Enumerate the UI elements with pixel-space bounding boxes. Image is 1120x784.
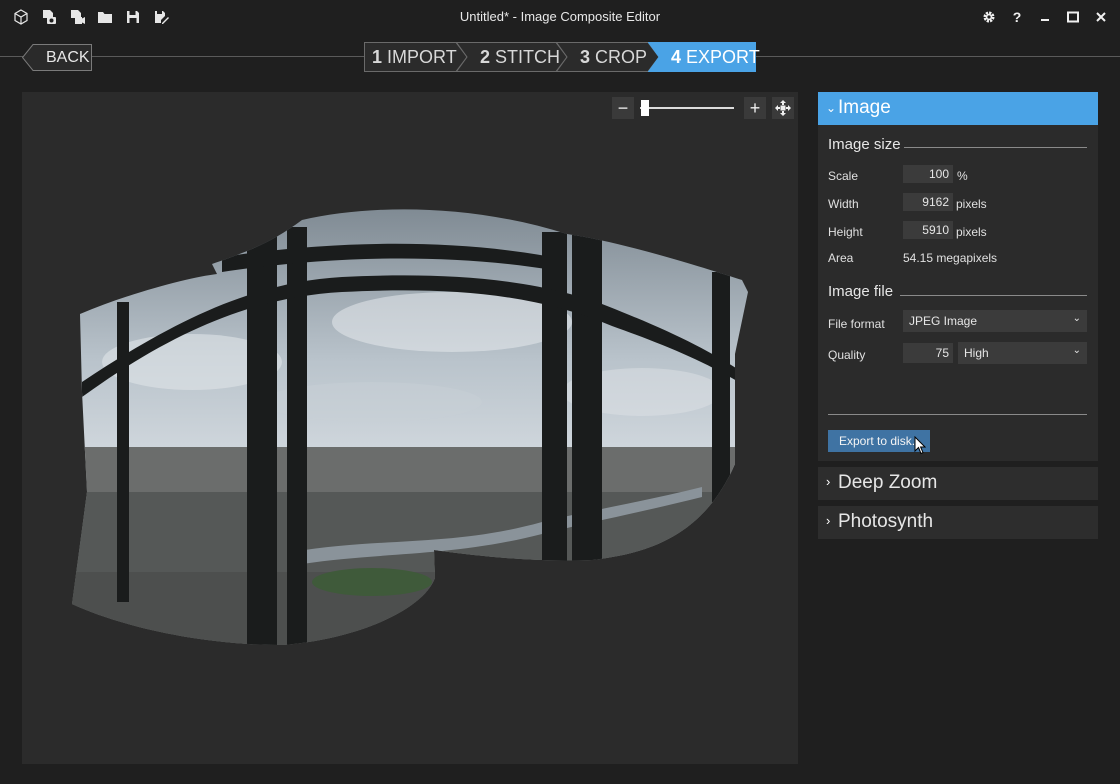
- chevron-down-icon: ⌄: [1072, 345, 1081, 356]
- preview-canvas[interactable]: − +: [22, 92, 798, 764]
- step-label: STITCH: [495, 47, 561, 67]
- step-label: CROP: [595, 47, 648, 67]
- zoom-out-button[interactable]: −: [612, 97, 634, 119]
- image-section-header[interactable]: ⌄ Image: [818, 92, 1098, 125]
- width-label: Width: [828, 197, 859, 211]
- scale-label: Scale: [828, 169, 859, 183]
- step-number: 4: [671, 47, 682, 67]
- height-unit: pixels: [956, 225, 987, 239]
- quality-level-select[interactable]: High ⌄: [958, 342, 1087, 364]
- chevron-down-icon: ⌄: [1072, 313, 1081, 324]
- quality-label: Quality: [828, 348, 866, 362]
- scale-unit: %: [957, 169, 968, 183]
- deep-zoom-section-header[interactable]: › Deep Zoom: [818, 467, 1098, 500]
- chevron-right-icon: ›: [826, 513, 831, 528]
- settings-icon[interactable]: [978, 6, 1000, 28]
- step-number: 1: [372, 47, 383, 67]
- step-number: 3: [580, 47, 591, 67]
- fit-to-window-icon[interactable]: [772, 97, 794, 119]
- deep-zoom-section-title: Deep Zoom: [838, 472, 938, 493]
- close-icon[interactable]: [1090, 6, 1112, 28]
- photosynth-section-header[interactable]: › Photosynth: [818, 506, 1098, 539]
- group-divider: [900, 295, 1087, 296]
- image-section-body: Image size Scale 100 % Width 9162 pixels…: [818, 125, 1098, 461]
- image-section-title: Image: [838, 97, 891, 118]
- panorama-preview-image: [72, 209, 748, 646]
- zoom-in-button[interactable]: +: [744, 97, 766, 119]
- image-size-group-title: Image size: [828, 136, 901, 153]
- photosynth-section-title: Photosynth: [838, 511, 934, 532]
- window-controls: ?: [978, 6, 1112, 28]
- area-value: 54.15 megapixels: [903, 251, 998, 265]
- zoom-slider-track[interactable]: [640, 107, 734, 109]
- minimize-icon[interactable]: [1034, 6, 1056, 28]
- width-input[interactable]: 9162: [903, 193, 953, 211]
- step-export[interactable]: 4 EXPORT: [648, 42, 760, 72]
- width-unit: pixels: [956, 197, 987, 211]
- quality-level-value: High: [964, 346, 989, 360]
- back-button-label: BACK: [46, 49, 90, 66]
- scale-input[interactable]: 100: [903, 165, 953, 183]
- back-button[interactable]: BACK: [22, 44, 92, 71]
- quality-input[interactable]: 75: [903, 343, 953, 363]
- step-label: EXPORT: [686, 47, 760, 67]
- chevron-down-icon: ⌄: [826, 101, 837, 115]
- step-number: 2: [480, 47, 491, 67]
- area-label: Area: [828, 251, 854, 265]
- maximize-icon[interactable]: [1062, 6, 1084, 28]
- height-label: Height: [828, 225, 863, 239]
- step-stitch[interactable]: 2 STITCH: [456, 42, 568, 72]
- window-title: Untitled* - Image Composite Editor: [459, 9, 661, 24]
- zoom-control: − +: [612, 97, 794, 119]
- image-file-group-title: Image file: [828, 283, 894, 300]
- file-format-value: JPEG Image: [909, 314, 978, 328]
- file-format-select[interactable]: JPEG Image ⌄: [903, 310, 1087, 332]
- export-options-panel: ⌄ Image Image size Scale 100 % Width 916…: [818, 92, 1098, 545]
- title-bar: Untitled* - Image Composite Editor ?: [0, 0, 1120, 34]
- section-divider: [828, 414, 1087, 415]
- chevron-right-icon: ›: [826, 474, 831, 489]
- mouse-pointer-icon: [914, 436, 926, 455]
- group-divider: [904, 147, 1087, 148]
- step-crop[interactable]: 3 CROP: [556, 42, 660, 72]
- height-input[interactable]: 5910: [903, 221, 953, 239]
- zoom-slider-thumb[interactable]: [641, 100, 649, 116]
- step-import[interactable]: 1 IMPORT: [364, 42, 468, 72]
- help-icon[interactable]: ?: [1006, 6, 1028, 28]
- file-format-label: File format: [828, 317, 885, 331]
- step-label: IMPORT: [387, 47, 457, 67]
